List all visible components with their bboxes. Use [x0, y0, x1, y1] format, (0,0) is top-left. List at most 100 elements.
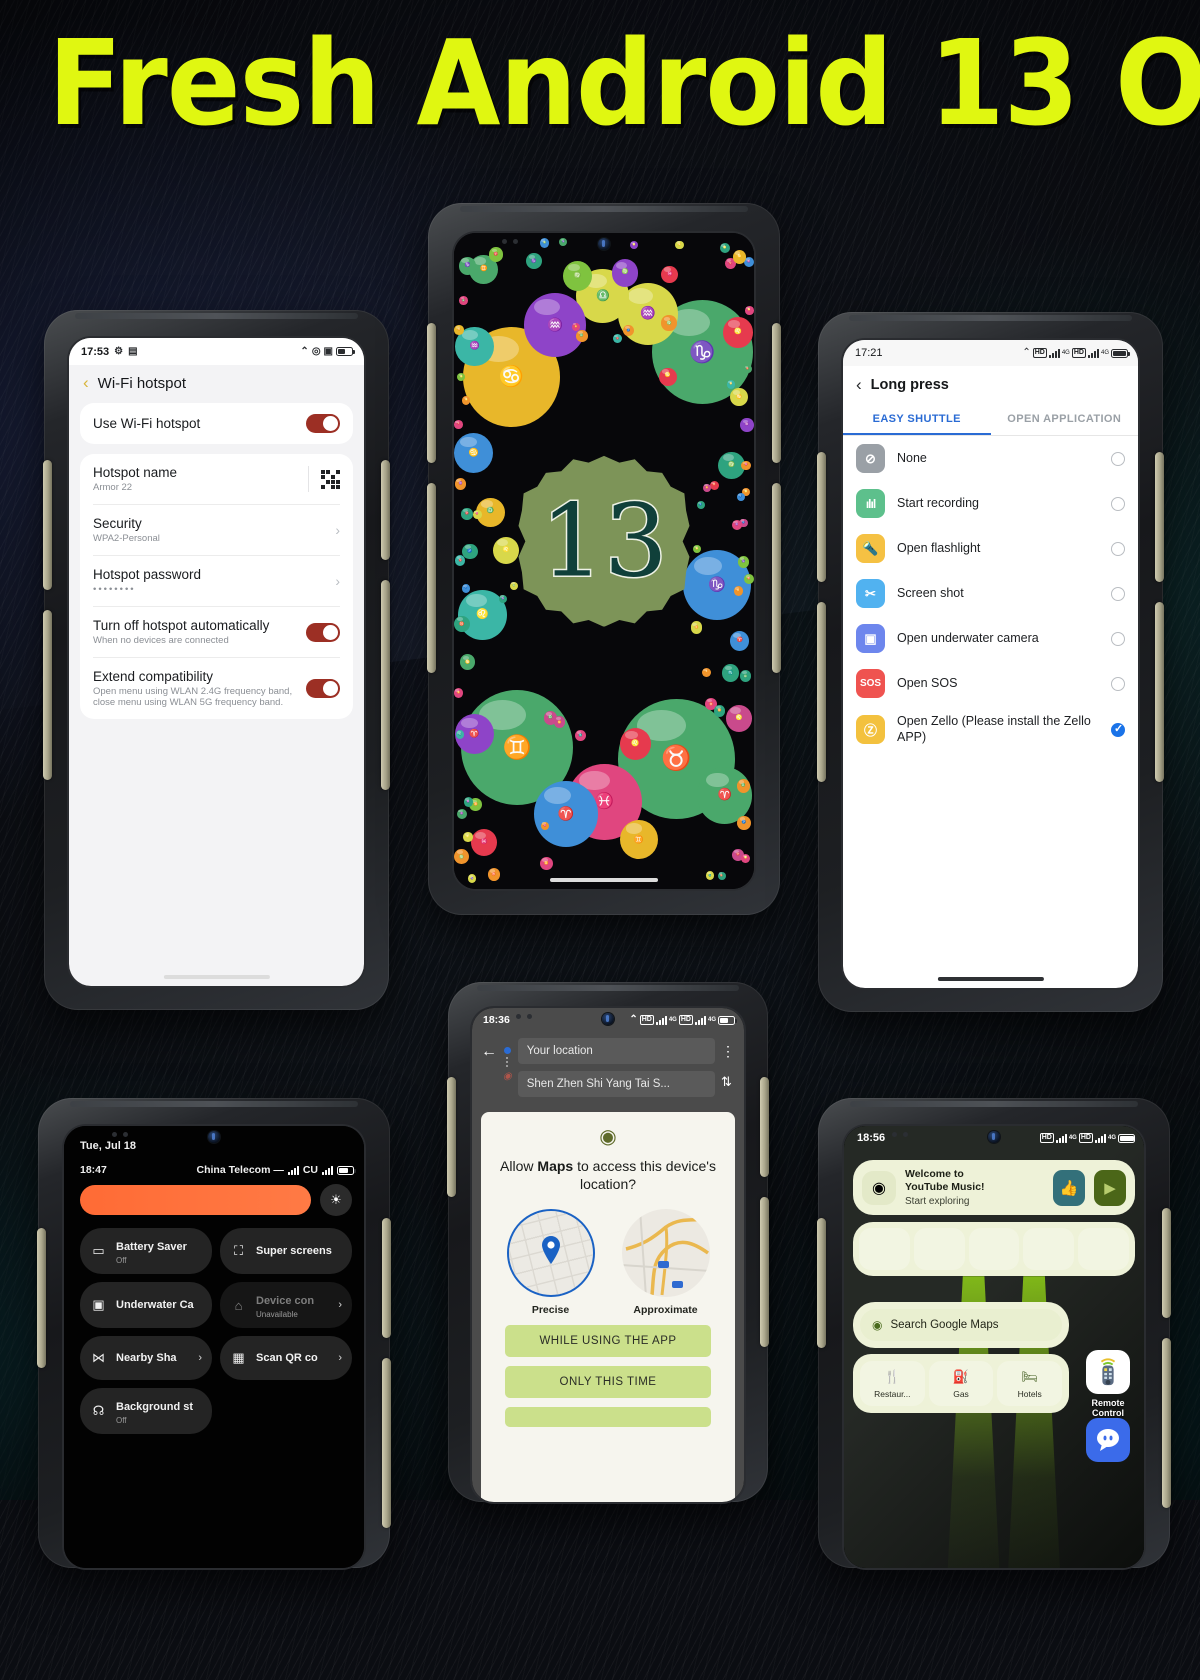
option-approximate[interactable]: Approximate	[614, 1209, 718, 1316]
zodiac-bubble: ♊	[702, 667, 712, 678]
destination-field[interactable]: Shen Zhen Shi Yang Tai S...	[517, 1071, 715, 1097]
app-remote-control[interactable]: Remote Control	[1086, 1350, 1130, 1418]
button-while-using-the-app[interactable]: WHILE USING THE APP	[505, 1325, 711, 1358]
zodiac-bubble: ♎	[576, 330, 588, 342]
radio-button[interactable]	[1111, 496, 1125, 511]
hd-icon: HD	[1039, 1133, 1054, 1143]
proximity-sensors	[515, 1014, 532, 1019]
list-item[interactable]: SOS Open SOS	[843, 661, 1138, 706]
category-restaurants[interactable]: 🍴 Restaur...	[860, 1361, 925, 1407]
category-hotels[interactable]: 🛏 Hotels	[997, 1361, 1063, 1407]
overflow-menu-icon[interactable]: ⋮	[721, 1043, 735, 1060]
hd-icon: HD	[639, 1015, 654, 1025]
swap-icon[interactable]: ⇅	[721, 1074, 735, 1090]
list-item[interactable]: ⊘ None	[843, 436, 1138, 481]
tile-underwater-camera[interactable]: ▣ Underwater Ca	[80, 1282, 212, 1328]
row-label: Turn off hotspot automatically	[93, 618, 270, 633]
auto-brightness-icon[interactable]: ☀	[320, 1184, 352, 1216]
radio-button[interactable]	[1111, 451, 1125, 466]
underwater-camera-icon: ▣	[856, 624, 885, 653]
list-item[interactable]: Ⓩ Open Zello (Please install the Zello A…	[843, 706, 1138, 753]
tab-easy-shuttle[interactable]: EASY SHUTTLE	[843, 404, 991, 435]
sos-icon: SOS	[856, 669, 885, 698]
button-only-this-time[interactable]: ONLY THIS TIME	[505, 1366, 711, 1399]
shortcut-slot[interactable]	[913, 1228, 965, 1271]
zodiac-bubble: ♋	[675, 240, 684, 250]
table-row[interactable]: Security WPA2-Personal ›	[93, 504, 340, 555]
back-icon[interactable]: ‹	[83, 373, 89, 393]
tile-scan-qr[interactable]: ▦ Scan QR co ›	[220, 1336, 352, 1380]
4g-icon: 4G	[1107, 1135, 1116, 1141]
shortcut-slot[interactable]	[968, 1228, 1020, 1271]
front-camera-icon	[602, 1013, 614, 1025]
radio-button[interactable]	[1111, 631, 1125, 646]
zodiac-bubble: ♑	[526, 253, 542, 270]
table-row[interactable]: Hotspot name Armor 22	[93, 454, 340, 504]
screen-title: Long press	[870, 377, 949, 393]
widget-shortcut-row[interactable]	[853, 1222, 1135, 1277]
play-icon[interactable]: ▶	[1094, 1169, 1126, 1206]
use-hotspot-toggle[interactable]	[306, 414, 340, 433]
phone-bumper-left	[817, 602, 826, 782]
use-hotspot-row[interactable]: Use Wi-Fi hotspot	[93, 403, 340, 444]
list-item[interactable]: ▣ Open underwater camera	[843, 616, 1138, 661]
hd-icon: HD	[1078, 1133, 1093, 1143]
back-icon[interactable]: ‹	[856, 375, 862, 395]
google-maps-search-widget[interactable]: ◉ Search Google Maps	[853, 1302, 1069, 1349]
category-gas[interactable]: ⛽ Gas	[928, 1361, 994, 1407]
android-version-badge: 13	[518, 455, 690, 627]
zodiac-bubble: ♌	[719, 243, 730, 254]
table-row[interactable]: Turn off hotspot automatically When no d…	[93, 606, 340, 657]
radio-button[interactable]	[1111, 541, 1125, 556]
shortcut-slot[interactable]	[859, 1228, 910, 1271]
list-item[interactable]: 🔦 Open flashlight	[843, 526, 1138, 571]
list-item-label: Open Zello (Please install the Zello APP…	[897, 714, 1091, 744]
radio-button-selected[interactable]	[1111, 722, 1125, 737]
list-item[interactable]: ✂ Screen shot	[843, 571, 1138, 616]
zodiac-bubble: ♊	[714, 704, 726, 717]
nav-gesture-bar[interactable]	[937, 977, 1044, 981]
list-item[interactable]: ılıl Start recording	[843, 481, 1138, 526]
tile-device-controls[interactable]: ⌂ Device con Unavailable ›	[220, 1282, 352, 1328]
tile-battery-saver[interactable]: ▭ Battery Saver Off	[80, 1228, 212, 1274]
4g-icon: 4G	[1068, 1135, 1077, 1141]
zodiac-bubble: ♒	[463, 797, 473, 807]
zodiac-bubble: ♏	[706, 871, 715, 880]
row-label: Extend compatibility	[93, 669, 214, 684]
auto-off-toggle[interactable]	[306, 622, 340, 642]
tile-label: Scan QR co	[256, 1352, 318, 1364]
shortcut-slot[interactable]	[1023, 1228, 1075, 1271]
radio-button[interactable]	[1111, 586, 1125, 601]
use-hotspot-label: Use Wi-Fi hotspot	[93, 416, 201, 431]
nav-gesture-bar[interactable]	[550, 878, 658, 882]
tile-background-sound[interactable]: ☊ Background st Off	[80, 1388, 212, 1434]
tab-open-application[interactable]: OPEN APPLICATION	[991, 404, 1139, 435]
radio-button[interactable]	[1111, 676, 1125, 691]
qr-code-icon[interactable]	[321, 469, 340, 489]
tab-bar: EASY SHUTTLE OPEN APPLICATION	[843, 404, 1138, 436]
table-row[interactable]: Extend compatibility Open menu using WLA…	[93, 657, 340, 719]
zodiac-bubble: ♐	[736, 492, 745, 502]
thumbs-up-icon[interactable]: 👍	[1053, 1169, 1085, 1206]
button-third-partial[interactable]	[505, 1407, 711, 1428]
status-time: 17:53	[81, 345, 110, 358]
tile-nearby-share[interactable]: ⋈ Nearby Sha ›	[80, 1336, 212, 1380]
table-row[interactable]: Hotspot password •••••••• ›	[93, 555, 340, 606]
nav-gesture-bar[interactable]	[163, 975, 270, 979]
tile-super-screenshot[interactable]: ⛶ Super screens	[220, 1228, 352, 1274]
shortcut-slot[interactable]	[1078, 1228, 1129, 1271]
zodiac-bubble: ♓	[661, 265, 679, 284]
search-input[interactable]: Search Google Maps	[890, 1319, 998, 1331]
screen-content: 17:53 ⚙ ▤ ⌃ ◎ ▣ ‹ Wi-Fi hotspot Use Wi-F…	[69, 338, 364, 986]
option-precise[interactable]: Precise	[499, 1209, 603, 1316]
app-chat[interactable]	[1086, 1418, 1130, 1462]
row-sub: Armor 22	[93, 482, 133, 493]
extend-compat-toggle[interactable]	[306, 679, 340, 698]
back-icon[interactable]: ←	[481, 1038, 497, 1061]
phone-home-screen: 18:56 HD 4G HD 4G ◉ Welcome to YouTube M…	[817, 1098, 1171, 1568]
youtube-music-widget[interactable]: ◉ Welcome to YouTube Music! Start explor…	[853, 1160, 1135, 1216]
origin-field[interactable]: Your location	[517, 1038, 715, 1064]
brightness-slider[interactable]	[80, 1185, 311, 1215]
hd-icon: HD	[678, 1015, 693, 1025]
zodiac-bubble: ♐	[462, 584, 471, 593]
